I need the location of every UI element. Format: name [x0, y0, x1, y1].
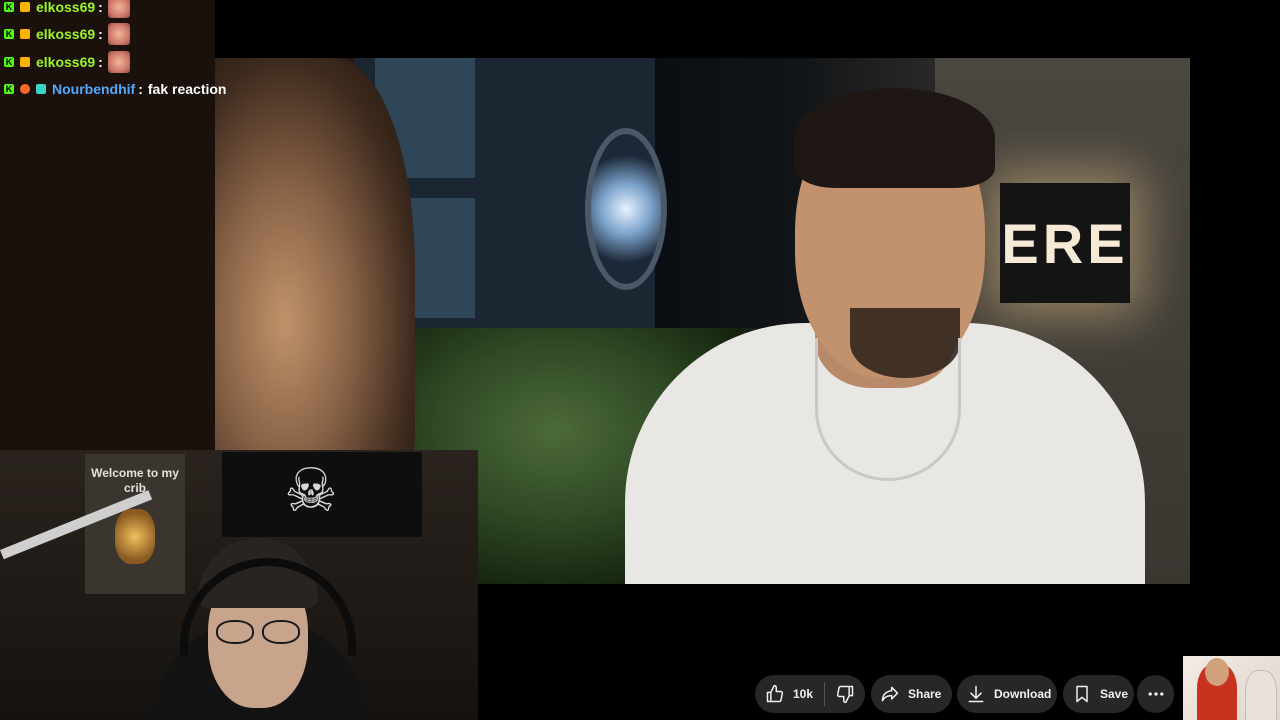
emote-face-icon — [107, 0, 130, 18]
emote-face-icon — [107, 51, 130, 73]
chat-username[interactable]: elkoss69 — [36, 54, 95, 70]
kick-badge-icon: K — [4, 2, 14, 12]
share-label: Share — [908, 687, 942, 701]
chat-overlay: K elkoss69 : K elkoss69 : K elkoss69 : K… — [0, 0, 226, 450]
skull-icon: ☠ — [284, 457, 338, 524]
thumbs-up-icon — [766, 684, 784, 703]
download-label: Download — [994, 687, 1052, 701]
kick-badge-icon: K — [4, 84, 14, 94]
share-button[interactable]: Share — [871, 675, 952, 713]
chat-username[interactable]: elkoss69 — [36, 0, 95, 15]
crown-badge-icon — [20, 2, 30, 12]
crown-badge-icon — [20, 57, 30, 67]
streamer — [150, 528, 370, 720]
save-label: Save — [1100, 687, 1129, 701]
crown-badge-icon — [20, 29, 30, 39]
share-arrow-icon — [881, 686, 899, 702]
chat-message: K Nourbendhif : fak reaction — [4, 81, 227, 97]
man-in-video — [625, 68, 1145, 584]
pirate-flag: ☠ — [222, 452, 422, 537]
like-count: 10k — [793, 687, 814, 701]
like-button[interactable]: 10k — [755, 675, 824, 713]
bookmark-icon — [1076, 685, 1088, 703]
download-button[interactable]: Download — [957, 675, 1057, 713]
chat-message: K elkoss69 : — [0, 0, 130, 19]
save-button[interactable]: Save — [1063, 675, 1134, 713]
emote-face-icon — [107, 23, 130, 45]
chat-message: K elkoss69 : — [0, 50, 130, 74]
chat-text: fak reaction — [147, 81, 227, 97]
dislike-button[interactable] — [825, 675, 865, 713]
chat-message: K elkoss69 : — [0, 22, 130, 46]
chat-username[interactable]: Nourbendhif — [52, 81, 135, 97]
more-actions-button[interactable] — [1137, 675, 1174, 713]
glasses — [216, 620, 302, 644]
gift-badge-icon — [36, 84, 46, 94]
related-video-thumbnail[interactable] — [1183, 656, 1280, 720]
chat-username[interactable]: elkoss69 — [36, 26, 95, 42]
webcam-overlay: Welcome to my crib ☠ — [0, 450, 478, 720]
poster-text: Welcome to my crib — [91, 466, 179, 495]
like-dislike-group: 10k — [755, 675, 865, 713]
fire-badge-icon — [20, 84, 30, 94]
kick-badge-icon: K — [4, 29, 14, 39]
thumbs-down-icon — [836, 685, 854, 704]
kick-badge-icon: K — [4, 57, 14, 67]
download-icon — [968, 685, 984, 703]
more-dots-icon — [1148, 692, 1163, 696]
